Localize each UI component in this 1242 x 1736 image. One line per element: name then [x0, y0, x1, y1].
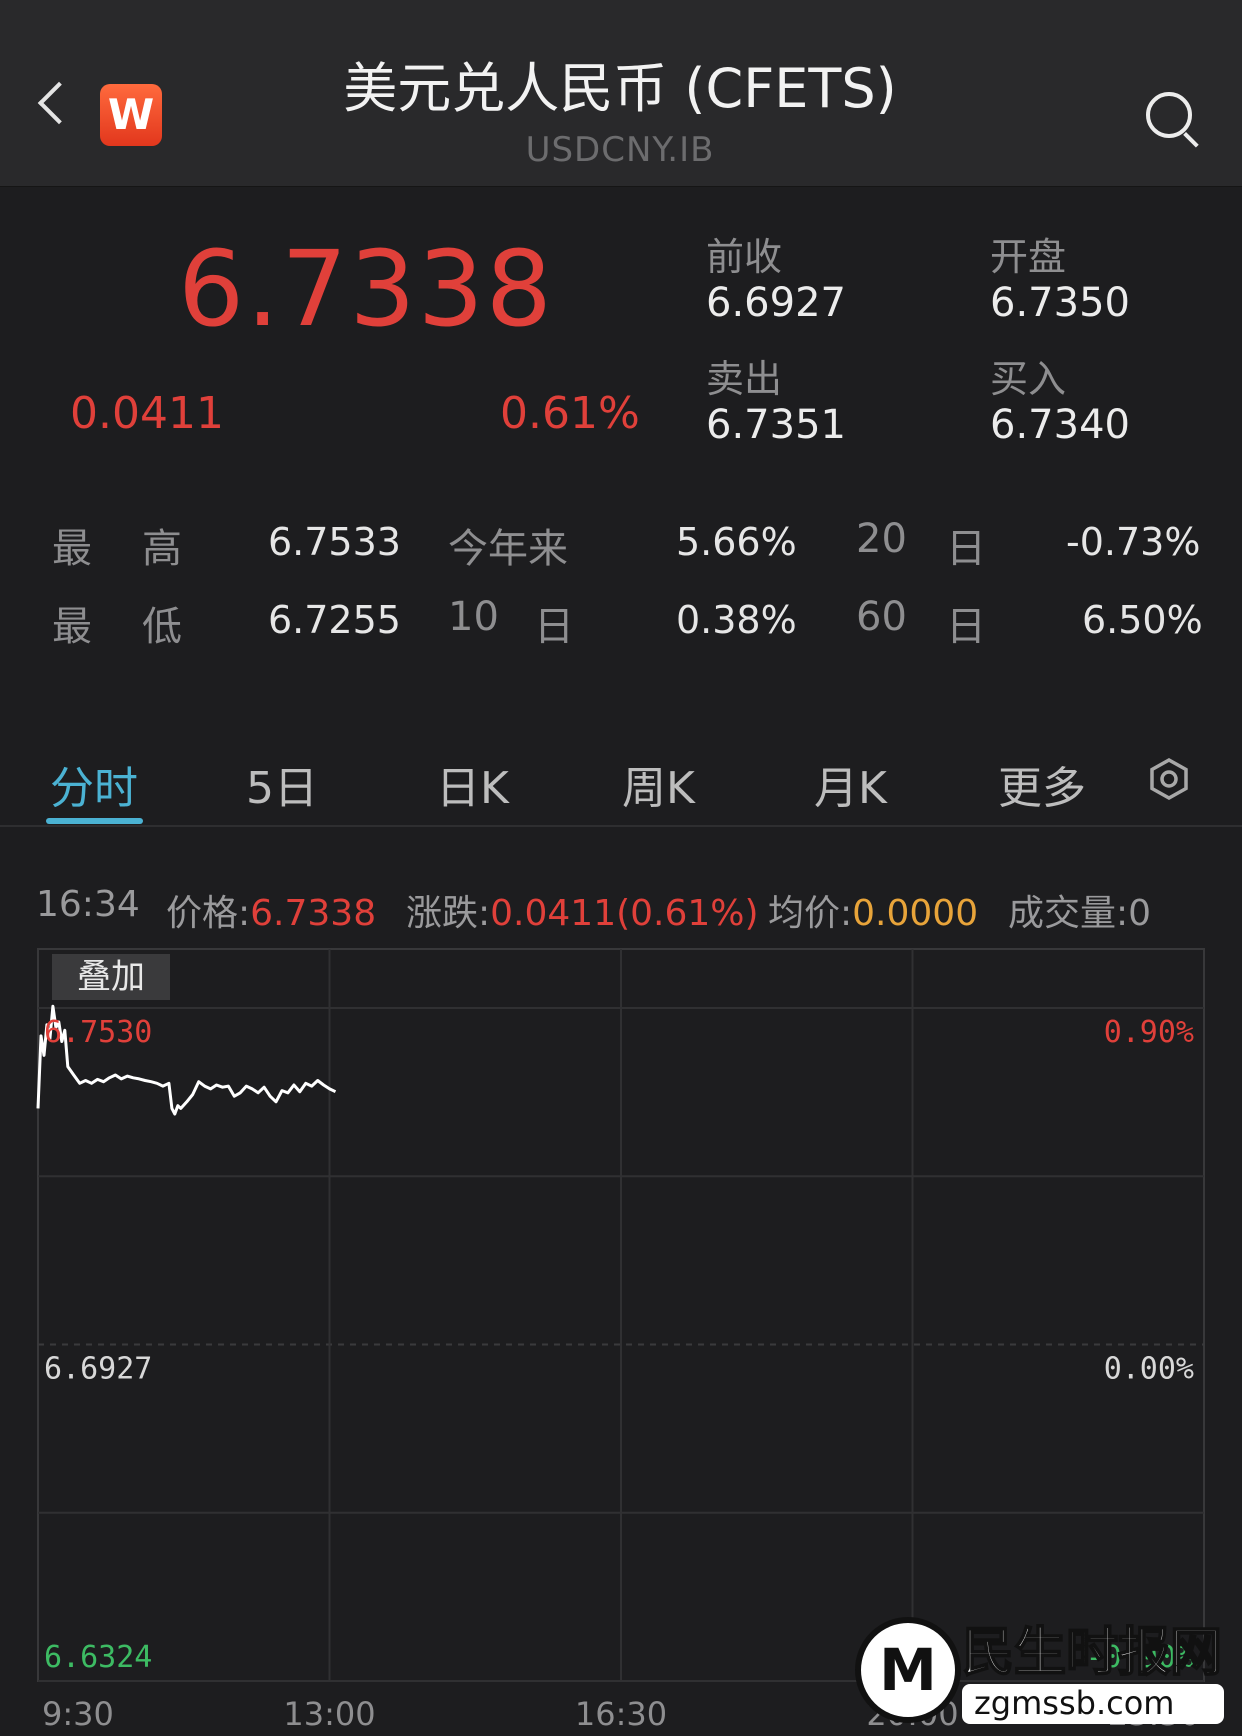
- tab-intraday[interactable]: 分时: [50, 752, 138, 816]
- price-change: 0.0411: [70, 388, 224, 439]
- d20-num: 20: [856, 516, 907, 562]
- x-label: 13:00: [283, 1695, 375, 1733]
- tab-daily-k[interactable]: 日K: [436, 752, 509, 816]
- y-label-left: 6.6927: [44, 1352, 152, 1387]
- d20-value: -0.73%: [1066, 520, 1201, 564]
- app-logo[interactable]: W: [100, 84, 162, 146]
- prev-close-value: 6.6927: [706, 280, 846, 326]
- tab-5day[interactable]: 5日: [246, 752, 318, 816]
- watermark-name: 民生时报网: [962, 1623, 1222, 1683]
- page-title: 美元兑人民币 (CFETS): [343, 57, 897, 120]
- x-label: 16:30: [575, 1695, 667, 1733]
- overlay-button[interactable]: 叠加: [52, 954, 170, 1000]
- low-value: 6.7255: [268, 598, 401, 642]
- search-icon[interactable]: [1146, 92, 1192, 138]
- price-change-pct: 0.61%: [500, 388, 640, 439]
- high-value: 6.7533: [268, 520, 401, 564]
- info-change: 涨跌:0.0411(0.61%): [406, 893, 759, 934]
- high-label-b: 高: [142, 526, 182, 572]
- tab-monthly-k[interactable]: 月K: [814, 752, 887, 816]
- open-value: 6.7350: [990, 280, 1130, 326]
- ytd-label: 今年来: [448, 526, 568, 572]
- d10-value: 0.38%: [676, 598, 797, 642]
- d60-unit: 日: [946, 604, 986, 650]
- tab-divider: [0, 825, 1242, 827]
- last-price: 6.7338: [178, 228, 554, 350]
- low-label-b: 低: [142, 604, 182, 650]
- settings-icon[interactable]: [1148, 758, 1190, 800]
- d10-unit: 日: [534, 604, 574, 650]
- y-label-right: 0.00%: [1104, 1352, 1194, 1387]
- sell-label: 卖出: [706, 357, 783, 401]
- low-label-a: 最: [52, 604, 92, 650]
- prev-close-label: 前收: [706, 235, 783, 279]
- y-label-left: 6.7530: [44, 1015, 152, 1050]
- d10-num: 10: [448, 594, 499, 640]
- sell-value: 6.7351: [706, 402, 846, 448]
- open-label: 开盘: [990, 235, 1067, 279]
- info-price: 价格:6.7338: [166, 893, 377, 934]
- x-label: 9:30: [42, 1695, 114, 1733]
- buy-value: 6.7340: [990, 402, 1130, 448]
- watermark-domain: zgmssb.com: [974, 1684, 1174, 1722]
- y-label-left: 6.6324: [44, 1640, 152, 1675]
- info-volume: 成交量:0: [1008, 893, 1152, 934]
- d60-value: 6.50%: [1082, 598, 1203, 642]
- d20-unit: 日: [946, 526, 986, 572]
- svg-text:M: M: [879, 1636, 937, 1704]
- y-label-right: 0.90%: [1104, 1015, 1194, 1050]
- watermark-logo: M 民生时报网 zgmssb.com: [855, 1617, 1224, 1724]
- tab-more[interactable]: 更多: [998, 752, 1086, 816]
- buy-label: 买入: [990, 357, 1067, 401]
- tab-active-indicator: [46, 818, 143, 824]
- symbol-code: USDCNY.IB: [525, 130, 715, 170]
- d60-num: 60: [856, 594, 907, 640]
- ytd-value: 5.66%: [676, 520, 797, 564]
- tab-weekly-k[interactable]: 周K: [622, 752, 695, 816]
- high-label-a: 最: [52, 526, 92, 572]
- info-avg: 均价:0.0000: [768, 893, 979, 934]
- info-time: 16:34: [36, 884, 140, 925]
